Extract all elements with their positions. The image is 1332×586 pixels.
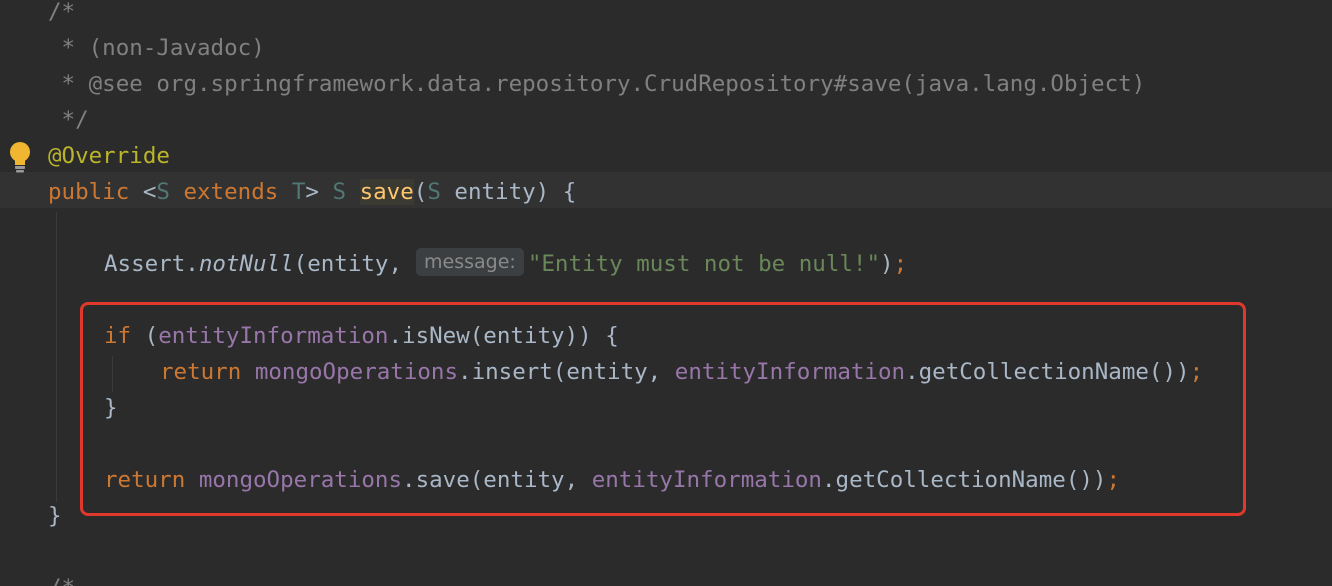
- code-line-comment-close: */: [48, 102, 89, 138]
- semicolon: ;: [893, 251, 908, 277]
- punctuation: (: [413, 179, 428, 205]
- method-name-save[interactable]: save: [359, 179, 414, 205]
- comment-text: */: [48, 107, 89, 133]
- comment-text: /*: [48, 575, 75, 586]
- code-line-method-signature: public <S extends T> S save(S entity) {: [48, 174, 576, 210]
- highlight-box: [80, 302, 1246, 516]
- comment-text: * (non-Javadoc): [48, 35, 265, 61]
- punctuation: ): [880, 251, 894, 277]
- code-line-comment-see: * @see org.springframework.data.reposito…: [48, 66, 1146, 102]
- type-param: S: [332, 179, 347, 205]
- type-param: T: [291, 179, 306, 205]
- params: entity) {: [440, 179, 577, 205]
- indent-guide: [56, 212, 57, 502]
- code-line-assert: Assert.notNull(entity, message: "Entity mu…: [104, 246, 907, 282]
- punctuation: >: [305, 179, 333, 205]
- code-editor[interactable]: /* * (non-Javadoc) * @see org.springfram…: [0, 0, 1332, 586]
- code-line-annotation: @Override: [48, 138, 170, 174]
- assert-args: (entity,: [293, 251, 403, 277]
- code-line-comment-nonjavadoc: * (non-Javadoc): [48, 30, 265, 66]
- comment-text: /*: [48, 0, 76, 25]
- punctuation: <: [129, 179, 157, 205]
- code-line-method-close: }: [48, 498, 62, 534]
- comment-text: * @see org.springframework.data.reposito…: [48, 71, 1146, 97]
- annotation-override: @Override: [48, 143, 170, 169]
- lightbulb-icon[interactable]: [6, 140, 34, 174]
- type-param: S: [156, 179, 170, 205]
- code-line-next-comment: /*: [48, 570, 75, 586]
- string-literal: "Entity must not be null!": [527, 251, 881, 277]
- parameter-hint-message: message:: [416, 248, 524, 276]
- assert-method: notNull: [198, 251, 294, 277]
- assert-class: Assert.: [104, 251, 199, 277]
- brace-close: }: [48, 503, 62, 529]
- keyword-public: public: [48, 179, 130, 205]
- keyword-extends: extends: [169, 179, 292, 205]
- code-line-comment-open: /*: [48, 0, 75, 30]
- type-param: S: [427, 179, 441, 205]
